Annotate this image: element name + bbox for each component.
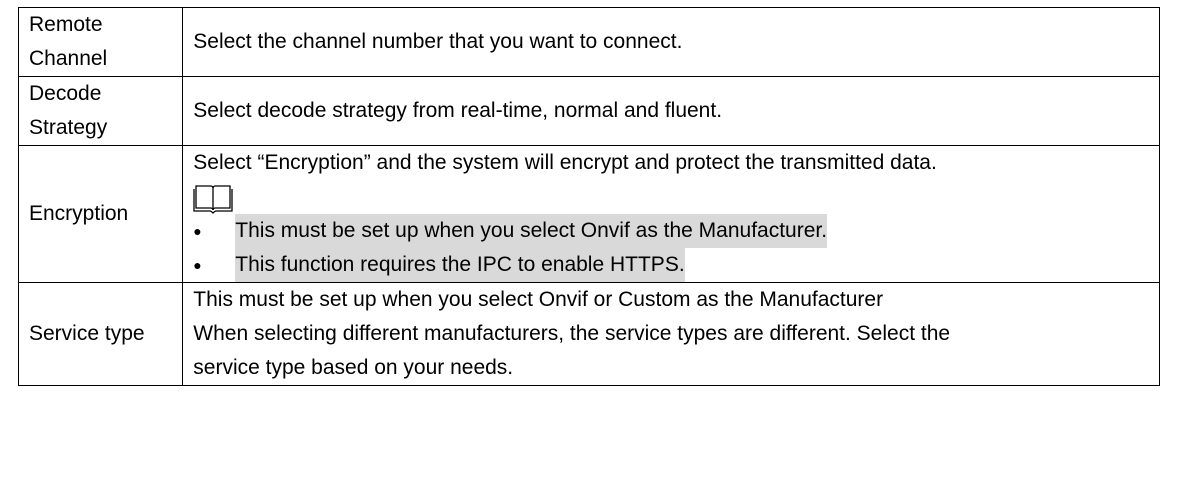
book-note-icon: [193, 185, 233, 214]
table-row: Service type This must be set up when yo…: [17, 282, 1160, 386]
param-description-cell: Select “Encryption” and the system will …: [182, 145, 1160, 283]
bullet-text: This function requires the IPC to enable…: [235, 248, 685, 282]
param-name-cell: Remote Channel: [17, 7, 184, 77]
param-name: Encryption: [29, 202, 129, 225]
bullet-icon: ●: [193, 223, 202, 239]
param-description: Select decode strategy from real-time, n…: [193, 99, 723, 122]
param-description: Select “Encryption” and the system will …: [193, 151, 937, 174]
parameter-table: Remote Channel Select the channel number…: [17, 7, 1160, 386]
param-name-line: Channel: [29, 47, 108, 70]
bullet-text: This must be set up when you select Onvi…: [235, 214, 828, 248]
bullet-icon: ●: [193, 257, 202, 273]
table-row: Remote Channel Select the channel number…: [17, 7, 1160, 77]
param-description-line: This must be set up when you select Onvi…: [193, 288, 884, 311]
param-name-cell: Service type: [17, 282, 184, 386]
param-name-line: Decode: [29, 82, 102, 105]
param-name-cell: Encryption: [17, 145, 184, 283]
param-description-cell: Select decode strategy from real-time, n…: [182, 76, 1160, 146]
table-row: Decode Strategy Select decode strategy f…: [17, 76, 1160, 146]
param-name-line: Remote: [29, 13, 103, 36]
table-row: Encryption Select “Encryption” and the s…: [17, 145, 1160, 283]
list-item: ● This must be set up when you select On…: [193, 214, 1159, 248]
param-description: Select the channel number that you want …: [193, 30, 683, 53]
param-name: Service type: [29, 322, 145, 345]
param-description-line: When selecting different manufacturers, …: [193, 322, 951, 345]
param-name-cell: Decode Strategy: [17, 76, 184, 146]
param-description-cell: This must be set up when you select Onvi…: [182, 282, 1160, 386]
list-item: ● This function requires the IPC to enab…: [193, 248, 1159, 282]
param-description-cell: Select the channel number that you want …: [182, 7, 1160, 77]
param-description-line: service type based on your needs.: [193, 356, 514, 379]
param-name-line: Strategy: [29, 116, 108, 139]
